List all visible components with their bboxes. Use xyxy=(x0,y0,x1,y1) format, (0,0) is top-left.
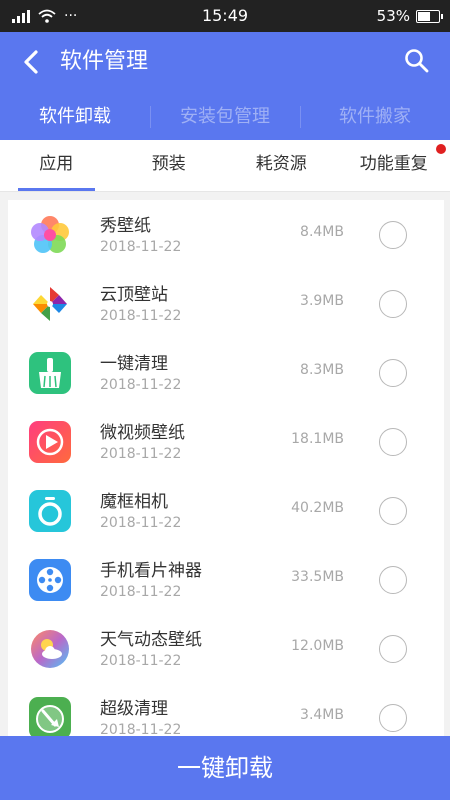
weather-icon xyxy=(29,628,71,670)
play-icon xyxy=(29,421,71,463)
list-item[interactable]: 超级清理 2018-11-22 3.4MB xyxy=(8,683,444,736)
tab-package-manage[interactable]: 安装包管理 xyxy=(150,94,300,140)
select-radio[interactable] xyxy=(379,635,407,663)
select-radio[interactable] xyxy=(379,497,407,525)
app-list: 秀壁纸 2018-11-22 8.4MB 云顶壁站 2018-11-22 3.9… xyxy=(8,200,444,736)
page-title: 软件管理 xyxy=(60,49,149,74)
film-reel-icon xyxy=(29,559,71,601)
app-date: 2018-11-22 xyxy=(100,377,182,393)
top-tabs: 软件卸载 安装包管理 软件搬家 xyxy=(0,94,450,140)
header: 软件管理 软件卸载 安装包管理 软件搬家 xyxy=(0,32,450,140)
tab-preinstalled[interactable]: 预装 xyxy=(113,140,226,191)
app-name: 秀壁纸 xyxy=(100,216,151,236)
search-icon xyxy=(405,49,429,73)
app-size: 8.3MB xyxy=(300,362,344,378)
list-item[interactable]: 天气动态壁纸 2018-11-22 12.0MB xyxy=(8,614,444,683)
notification-dot xyxy=(436,144,446,154)
app-date: 2018-11-22 xyxy=(100,584,182,600)
app-name: 魔框相机 xyxy=(100,492,168,512)
one-click-uninstall-button[interactable]: 一键卸载 xyxy=(0,736,450,800)
app-size: 18.1MB xyxy=(291,431,344,447)
select-radio[interactable] xyxy=(379,359,407,387)
app-name: 微视频壁纸 xyxy=(100,423,185,443)
tab-app-move[interactable]: 软件搬家 xyxy=(300,94,450,140)
app-name: 一键清理 xyxy=(100,354,168,374)
app-size: 8.4MB xyxy=(300,224,344,240)
battery-percent: 53% xyxy=(376,7,410,25)
select-radio[interactable] xyxy=(379,566,407,594)
sub-tabs: 应用 预装 耗资源 功能重复 xyxy=(0,140,450,192)
select-radio[interactable] xyxy=(379,221,407,249)
app-size: 33.5MB xyxy=(291,569,344,585)
app-size: 40.2MB xyxy=(291,500,344,516)
app-date: 2018-11-22 xyxy=(100,239,182,255)
tab-duplicate-label: 功能重复 xyxy=(359,154,428,174)
app-name: 手机看片神器 xyxy=(100,561,202,581)
select-radio[interactable] xyxy=(379,704,407,732)
app-name: 云顶壁站 xyxy=(100,285,168,305)
app-date: 2018-11-22 xyxy=(100,722,182,736)
tab-apps[interactable]: 应用 xyxy=(0,140,113,191)
app-size: 3.9MB xyxy=(300,293,344,309)
select-radio[interactable] xyxy=(379,428,407,456)
app-date: 2018-11-22 xyxy=(100,653,182,669)
super-clean-icon xyxy=(29,697,71,736)
back-button[interactable] xyxy=(14,44,50,80)
battery-icon xyxy=(416,9,443,23)
list-item[interactable]: 云顶壁站 2018-11-22 3.9MB xyxy=(8,269,444,338)
app-size: 3.4MB xyxy=(300,707,344,723)
tab-resource-heavy[interactable]: 耗资源 xyxy=(225,140,338,191)
list-item[interactable]: 手机看片神器 2018-11-22 33.5MB xyxy=(8,545,444,614)
app-size: 12.0MB xyxy=(291,638,344,654)
app-date: 2018-11-22 xyxy=(100,308,182,324)
tab-uninstall[interactable]: 软件卸载 xyxy=(0,94,150,140)
list-item[interactable]: 微视频壁纸 2018-11-22 18.1MB xyxy=(8,407,444,476)
camera-icon xyxy=(29,490,71,532)
list-item[interactable]: 秀壁纸 2018-11-22 8.4MB xyxy=(8,200,444,269)
tab-duplicate-function[interactable]: 功能重复 xyxy=(338,140,450,191)
broom-icon xyxy=(29,352,71,394)
flower-icon xyxy=(29,214,71,256)
pinwheel-icon xyxy=(29,283,71,325)
status-bar: ··· 15:49 53% xyxy=(0,0,450,32)
select-radio[interactable] xyxy=(379,290,407,318)
back-arrow-icon xyxy=(24,50,38,74)
app-date: 2018-11-22 xyxy=(100,515,182,531)
app-name: 超级清理 xyxy=(100,699,168,719)
app-date: 2018-11-22 xyxy=(100,446,182,462)
list-item[interactable]: 一键清理 2018-11-22 8.3MB xyxy=(8,338,444,407)
list-item[interactable]: 魔框相机 2018-11-22 40.2MB xyxy=(8,476,444,545)
status-right: 53% xyxy=(376,0,443,32)
search-button[interactable] xyxy=(402,46,432,76)
app-name: 天气动态壁纸 xyxy=(100,630,202,650)
